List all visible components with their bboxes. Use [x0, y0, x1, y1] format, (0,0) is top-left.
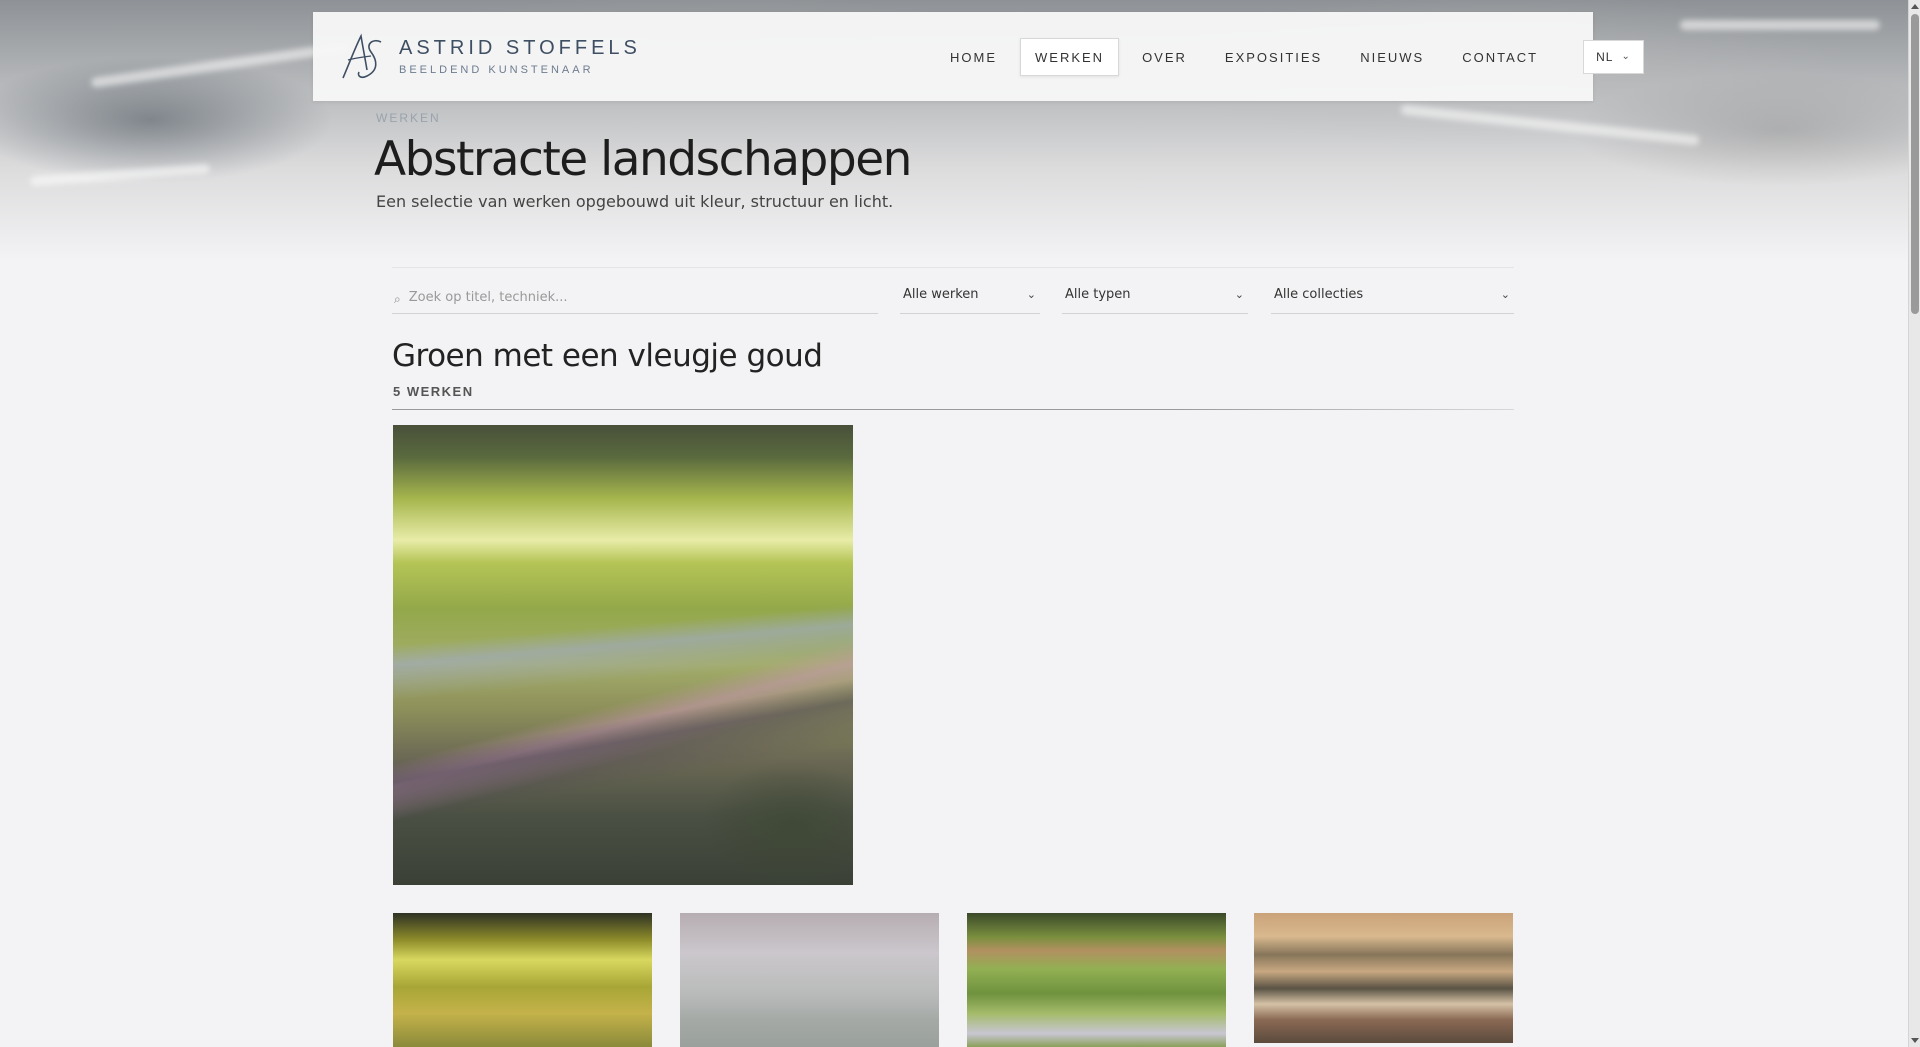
language-switcher[interactable]: NL ⌄ [1583, 40, 1644, 74]
search-icon: ⌕ [394, 292, 401, 306]
nav-home[interactable]: HOME [935, 38, 1012, 76]
collections-select-value: Alle collecties [1274, 287, 1364, 302]
logo[interactable]: ASTRID STOFFELS BEELDEND KUNSTENAAR [339, 30, 641, 82]
nav-over[interactable]: OVER [1127, 38, 1202, 76]
chevron-down-icon: ⌄ [1026, 288, 1036, 301]
search-input[interactable] [408, 290, 849, 305]
search-field[interactable]: ⌕ [392, 282, 878, 314]
works-select-value: Alle werken [903, 287, 979, 302]
collections-select[interactable]: Alle collecties ⌄ [1271, 282, 1514, 314]
filters-divider [392, 267, 1514, 268]
scroll-up-icon[interactable] [1911, 4, 1919, 9]
scroll-thumb[interactable] [1911, 14, 1919, 314]
artwork-thumbnail[interactable] [393, 913, 652, 1047]
collection-divider [392, 409, 1514, 410]
logo-monogram-icon [342, 33, 382, 79]
artwork-thumbnail[interactable] [1254, 913, 1513, 1043]
chevron-down-icon: ⌄ [1621, 51, 1631, 62]
types-select-value: Alle typen [1065, 287, 1131, 302]
chevron-down-icon: ⌄ [1234, 288, 1244, 301]
page-subtitle: Een selectie van werken opgebouwd uit kl… [376, 192, 894, 211]
chevron-down-icon: ⌄ [1500, 288, 1510, 301]
featured-artwork[interactable] [393, 425, 853, 885]
page-title: Abstracte landschappen [374, 132, 912, 187]
scrollbar[interactable] [1908, 0, 1920, 1047]
works-select[interactable]: Alle werken ⌄ [900, 282, 1040, 314]
types-select[interactable]: Alle typen ⌄ [1062, 282, 1248, 314]
scroll-down-icon[interactable] [1911, 1038, 1919, 1043]
breadcrumb: WERKEN [376, 111, 441, 125]
language-label: NL [1596, 50, 1614, 64]
collection-count: 5 WERKEN [393, 384, 474, 399]
main-nav: HOME WERKEN OVER EXPOSITIES NIEUWS CONTA… [935, 38, 1644, 76]
nav-werken[interactable]: WERKEN [1020, 38, 1120, 76]
site-header: ASTRID STOFFELS BEELDEND KUNSTENAAR HOME… [313, 12, 1644, 101]
brand-tagline: BEELDEND KUNSTENAAR [399, 63, 594, 76]
nav-exposities[interactable]: EXPOSITIES [1210, 38, 1337, 76]
artwork-thumbnail[interactable] [680, 913, 939, 1047]
collection-title: Groen met een vleugje goud [392, 338, 823, 374]
brand-name: ASTRID STOFFELS [399, 36, 641, 59]
artwork-thumbnail[interactable] [967, 913, 1226, 1047]
nav-contact[interactable]: CONTACT [1447, 38, 1553, 76]
nav-nieuws[interactable]: NIEUWS [1345, 38, 1439, 76]
